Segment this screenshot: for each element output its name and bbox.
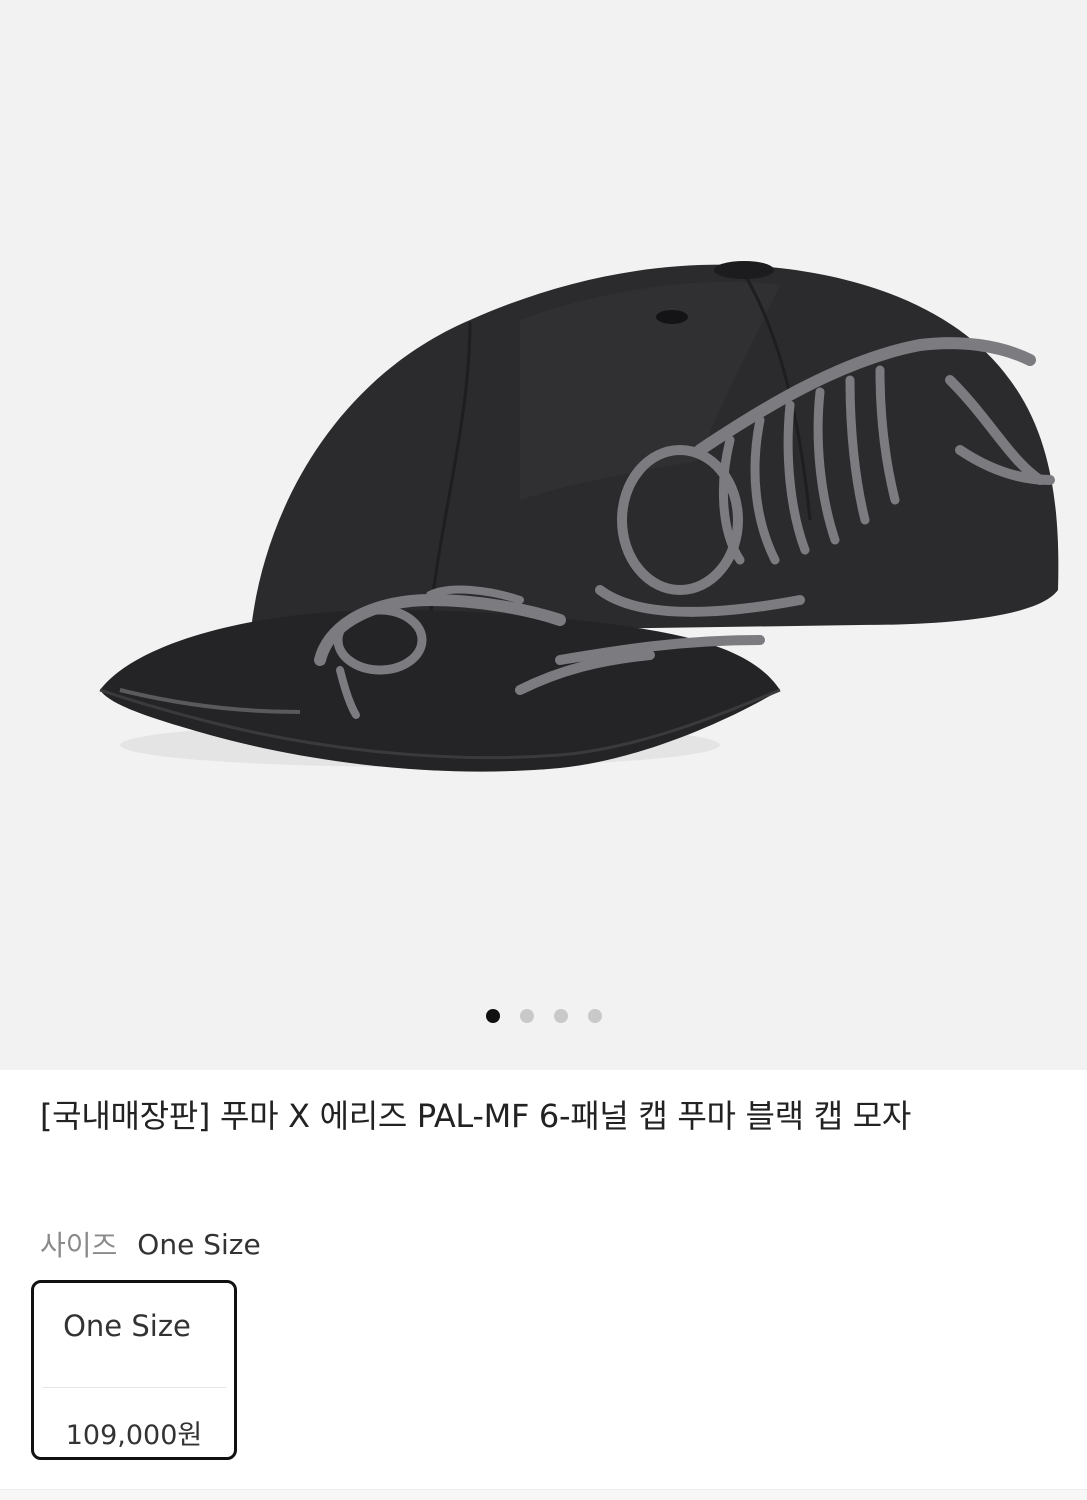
size-option-one-size[interactable]: One Size 109,000원 <box>31 1280 237 1460</box>
gallery-dot-1[interactable] <box>485 1009 500 1023</box>
gallery-dot-4[interactable] <box>587 1009 602 1023</box>
size-label: 사이즈 <box>40 1229 118 1262</box>
size-option-label: One Size <box>63 1309 191 1343</box>
size-option-divider <box>42 1387 226 1388</box>
gallery-dot-3[interactable] <box>553 1009 568 1023</box>
product-title: [국내매장판] 푸마 X 에리즈 PAL-MF 6-패널 캡 푸마 블랙 캡 모… <box>40 1097 911 1135</box>
gallery-pagination[interactable] <box>0 1007 1087 1025</box>
product-image-gallery[interactable] <box>0 0 1087 1070</box>
selected-size-value: One Size <box>137 1227 261 1261</box>
size-selector-header: 사이즈 One Size <box>40 1222 261 1266</box>
gallery-dot-2[interactable] <box>519 1009 534 1023</box>
cap-photo <box>99 261 1059 772</box>
bottom-bar <box>0 1489 1087 1500</box>
size-option-price: 109,000원 <box>65 1420 203 1451</box>
